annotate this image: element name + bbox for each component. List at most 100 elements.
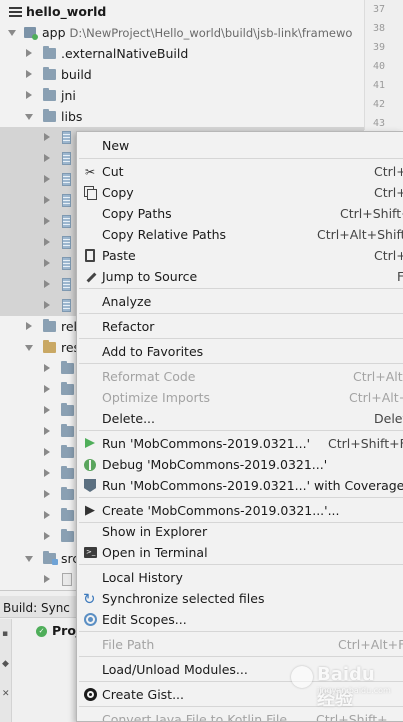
collapse-arrow-icon[interactable] — [44, 154, 50, 162]
menu-label: Create 'MobCommons-2019.0321...'... — [102, 503, 340, 518]
collapse-arrow-icon[interactable] — [44, 490, 50, 498]
tree-row-app[interactable]: app D:\NewProject\Hello_world\build\jsb-l… — [0, 22, 364, 43]
collapse-arrow-icon[interactable] — [26, 49, 32, 57]
expand-arrow-icon[interactable] — [25, 345, 33, 351]
menu-item-load-unload-modules[interactable]: Load/Unload Modules... — [77, 659, 403, 680]
menu-item-reformat-code[interactable]: Reformat Code Ctrl+Alt+ — [77, 366, 403, 387]
expand-arrow-icon[interactable] — [8, 30, 16, 36]
jar-icon — [62, 236, 71, 249]
folder-icon — [43, 319, 56, 332]
collapse-arrow-icon[interactable] — [44, 385, 50, 393]
menu-shortcut: Ctrl+Alt+ — [349, 390, 403, 405]
menu-item-run-with-coverage[interactable]: Run 'MobCommons-2019.0321...' with Cover… — [77, 475, 403, 496]
line-number: 43 — [373, 118, 386, 129]
menu-item-copy-relative-paths[interactable]: Copy Relative Paths Ctrl+Alt+Shift+ — [77, 224, 403, 245]
menu-label: Run 'MobCommons-2019.0321...' with Cover… — [102, 478, 403, 493]
menu-item-copy[interactable]: Copy Ctrl+ — [77, 182, 403, 203]
collapse-arrow-icon[interactable] — [44, 280, 50, 288]
collapse-arrow-icon[interactable] — [44, 406, 50, 414]
collapse-arrow-icon[interactable] — [44, 364, 50, 372]
menu-label: Analyze — [102, 294, 152, 309]
collapse-arrow-icon[interactable] — [44, 511, 50, 519]
folder-label-external: .externalNativeBuild — [61, 46, 189, 61]
menu-item-jump-to-source[interactable]: Jump to Source F — [77, 266, 403, 287]
menu-item-convert-to-kotlin[interactable]: Convert Java File to Kotlin File Ctrl+Sh… — [77, 709, 403, 722]
menu-item-open-in-terminal[interactable]: >_ Open in Terminal — [77, 542, 403, 563]
collapse-arrow-icon[interactable] — [44, 196, 50, 204]
build-sync-tab[interactable]: Build: Sync — [0, 596, 78, 618]
menu-shortcut: Ctrl+Alt+F1 — [338, 637, 403, 652]
menu-item-optimize-imports[interactable]: Optimize Imports Ctrl+Alt+ — [77, 387, 403, 408]
jar-icon — [62, 215, 71, 228]
menu-shortcut: Ctrl+Shift+ — [316, 712, 388, 722]
jar-icon — [62, 173, 71, 186]
menu-shortcut: Ctrl+Alt+Shift+ — [317, 227, 403, 242]
menu-item-file-path[interactable]: File Path Ctrl+Alt+F1 — [77, 634, 403, 655]
close-icon[interactable]: ✕ — [2, 689, 10, 699]
menu-item-create-gist[interactable]: Create Gist... — [77, 684, 403, 705]
menu-separator — [79, 497, 403, 498]
expand-arrow-icon[interactable] — [25, 556, 33, 562]
collapse-arrow-icon[interactable] — [26, 70, 32, 78]
menu-label: New — [102, 138, 130, 153]
menu-item-cut[interactable]: ✂ Cut Ctrl+ — [77, 161, 403, 182]
collapse-arrow-icon[interactable] — [44, 427, 50, 435]
menu-item-debug[interactable]: Debug 'MobCommons-2019.0321...' — [77, 454, 403, 475]
menu-item-analyze[interactable]: Analyze — [77, 291, 403, 312]
tree-row-build[interactable]: build — [0, 64, 364, 85]
collapse-arrow-icon[interactable] — [44, 448, 50, 456]
menu-label: Optimize Imports — [102, 390, 211, 405]
tree-row-root[interactable]: hello_world — [0, 1, 364, 22]
menu-item-copy-paths[interactable]: Copy Paths Ctrl+Shift+ — [77, 203, 403, 224]
menu-item-edit-scopes[interactable]: Edit Scopes... — [77, 609, 403, 630]
configuration-icon: ▶ — [85, 503, 95, 518]
menu-item-delete[interactable]: Delete... Delet — [77, 408, 403, 429]
collapse-arrow-icon[interactable] — [44, 259, 50, 267]
folder-icon — [61, 487, 74, 500]
collapse-arrow-icon[interactable] — [44, 238, 50, 246]
editor-gutter: 37 38 39 40 41 42 43 — [364, 0, 403, 130]
menu-item-show-in-explorer[interactable]: Show in Explorer — [77, 521, 403, 542]
jar-icon — [62, 152, 71, 165]
pin-icon[interactable]: ▪ — [2, 629, 8, 639]
collapse-arrow-icon[interactable] — [44, 532, 50, 540]
menu-item-local-history[interactable]: Local History — [77, 567, 403, 588]
menu-label: Load/Unload Modules... — [102, 662, 248, 677]
collapse-arrow-icon[interactable] — [26, 322, 32, 330]
collapse-arrow-icon[interactable] — [44, 175, 50, 183]
expand-arrow-icon[interactable] — [25, 114, 33, 120]
menu-item-add-to-favorites[interactable]: Add to Favorites — [77, 341, 403, 362]
pencil-icon — [84, 270, 97, 283]
tree-row-libs[interactable]: libs — [0, 106, 364, 127]
collapse-arrow-icon[interactable] — [44, 217, 50, 225]
menu-item-run[interactable]: Run 'MobCommons-2019.0321...' Ctrl+Shift… — [77, 433, 403, 454]
collapse-arrow-icon[interactable] — [44, 301, 50, 309]
menu-separator — [79, 363, 403, 364]
menu-separator — [79, 158, 403, 159]
menu-label: Local History — [102, 570, 183, 585]
jar-icon — [62, 299, 71, 312]
tree-row-external-native-build[interactable]: .externalNativeBuild — [0, 43, 364, 64]
menu-label: Jump to Source — [102, 269, 198, 284]
menu-item-create-configuration[interactable]: ▶ Create 'MobCommons-2019.0321...'... — [77, 500, 403, 521]
menu-separator — [79, 681, 403, 682]
menu-shortcut: Ctrl+ — [374, 248, 403, 263]
pin-icon[interactable]: ◆ — [2, 659, 9, 669]
line-number: 42 — [373, 99, 386, 110]
folder-icon — [43, 109, 56, 122]
menu-item-refactor[interactable]: Refactor — [77, 316, 403, 337]
menu-item-new[interactable]: New — [77, 135, 403, 156]
collapse-arrow-icon[interactable] — [44, 469, 50, 477]
menu-item-synchronize[interactable]: ↻ Synchronize selected files — [77, 588, 403, 609]
menu-shortcut: F — [397, 269, 403, 284]
menu-shortcut: Ctrl+Alt+ — [353, 369, 403, 384]
jar-icon — [62, 278, 71, 291]
tree-row-jni[interactable]: jni — [0, 85, 364, 106]
menu-label: Open in Terminal — [102, 545, 208, 560]
line-number: 37 — [373, 4, 386, 15]
menu-separator — [79, 430, 403, 431]
collapse-arrow-icon[interactable] — [44, 133, 50, 141]
menu-item-paste[interactable]: Paste Ctrl+ — [77, 245, 403, 266]
collapse-arrow-icon[interactable] — [26, 91, 32, 99]
collapse-arrow-icon[interactable] — [44, 575, 50, 583]
